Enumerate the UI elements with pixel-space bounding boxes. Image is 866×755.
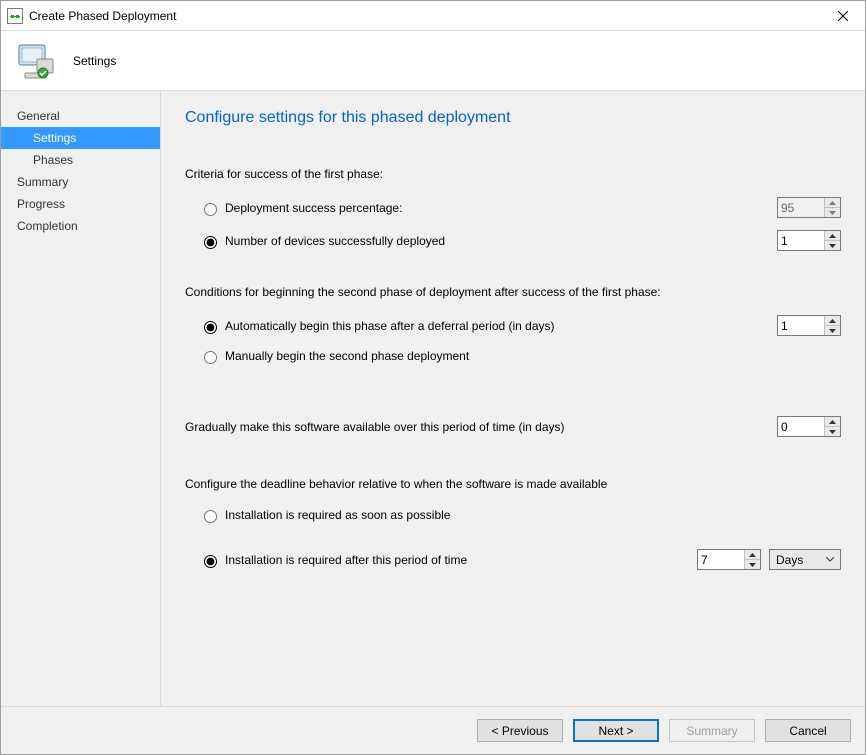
deadline-label: Configure the deadline behavior relative…: [185, 477, 841, 491]
period-unit-combobox[interactable]: Days: [769, 549, 841, 570]
radio-after-period[interactable]: [204, 555, 217, 568]
nav-settings[interactable]: Settings: [1, 127, 160, 149]
spin-down-icon[interactable]: [825, 427, 840, 436]
radio-auto-begin[interactable]: [204, 321, 217, 334]
page-title: Settings: [73, 54, 116, 68]
body: GeneralSettingsPhasesSummaryProgressComp…: [1, 91, 865, 706]
window-title: Create Phased Deployment: [29, 9, 176, 23]
spin-up-icon[interactable]: [745, 550, 760, 560]
label-devices: Number of devices successfully deployed: [225, 234, 777, 248]
close-icon: [838, 11, 848, 21]
banner: Settings: [1, 31, 865, 91]
label-manual-begin: Manually begin the second phase deployme…: [225, 349, 841, 363]
radio-success-percentage[interactable]: [204, 203, 217, 216]
spin-down-icon: [825, 208, 840, 217]
app-icon: [7, 8, 23, 24]
cancel-button[interactable]: Cancel: [765, 719, 851, 742]
titlebar: Create Phased Deployment: [1, 1, 865, 31]
option-success-percentage-row: Deployment success percentage:: [185, 191, 841, 224]
deadline-period-input[interactable]: [698, 550, 744, 569]
label-after-period: Installation is required after this peri…: [225, 553, 697, 567]
devices-input[interactable]: [778, 231, 824, 250]
nav-completion[interactable]: Completion: [1, 215, 160, 237]
nav-progress[interactable]: Progress: [1, 193, 160, 215]
radio-asap[interactable]: [204, 510, 217, 523]
radio-manual-begin[interactable]: [204, 351, 217, 364]
spin-up-icon[interactable]: [825, 231, 840, 241]
criteria-label: Criteria for success of the first phase:: [185, 167, 841, 181]
success-percentage-input: [778, 198, 824, 217]
success-percentage-spinner: [777, 197, 841, 218]
nav-phases[interactable]: Phases: [1, 149, 160, 171]
option-manual-begin-row: Manually begin the second phase deployme…: [185, 342, 841, 370]
radio-devices[interactable]: [204, 236, 217, 249]
chevron-down-icon: [822, 557, 838, 562]
option-auto-begin-row: Automatically begin this phase after a d…: [185, 309, 841, 342]
option-asap-row: Installation is required as soon as poss…: [185, 501, 841, 529]
footer: < Previous Next > Summary Cancel: [1, 706, 865, 754]
label-success-percentage: Deployment success percentage:: [225, 201, 777, 215]
label-auto-begin: Automatically begin this phase after a d…: [225, 319, 777, 333]
content-heading: Configure settings for this phased deplo…: [185, 109, 841, 127]
next-button[interactable]: Next >: [573, 719, 659, 742]
label-asap: Installation is required as soon as poss…: [225, 508, 841, 522]
computer-icon: [15, 39, 59, 83]
nav-summary[interactable]: Summary: [1, 171, 160, 193]
spin-up-icon: [825, 198, 840, 208]
content-pane: Configure settings for this phased deplo…: [161, 91, 865, 706]
gradual-row: Gradually make this software available o…: [185, 410, 841, 443]
close-button[interactable]: [820, 1, 865, 31]
summary-button: Summary: [669, 719, 755, 742]
spin-down-icon[interactable]: [825, 326, 840, 335]
period-unit-value: Days: [776, 553, 822, 567]
gradual-days-input[interactable]: [778, 417, 824, 436]
gradual-days-spinner[interactable]: [777, 416, 841, 437]
spin-up-icon[interactable]: [825, 316, 840, 326]
spin-down-icon[interactable]: [825, 241, 840, 250]
spin-down-icon[interactable]: [745, 560, 760, 569]
deferral-days-input[interactable]: [778, 316, 824, 335]
sidebar: GeneralSettingsPhasesSummaryProgressComp…: [1, 91, 161, 706]
nav-general[interactable]: General: [1, 105, 160, 127]
spin-up-icon[interactable]: [825, 417, 840, 427]
devices-spinner[interactable]: [777, 230, 841, 251]
wizard-window: Create Phased Deployment Settings Genera…: [0, 0, 866, 755]
option-after-period-row: Installation is required after this peri…: [185, 543, 841, 576]
gradual-label: Gradually make this software available o…: [185, 420, 777, 434]
conditions-label: Conditions for beginning the second phas…: [185, 285, 841, 299]
deferral-days-spinner[interactable]: [777, 315, 841, 336]
option-devices-row: Number of devices successfully deployed: [185, 224, 841, 257]
previous-button[interactable]: < Previous: [477, 719, 563, 742]
deadline-period-spinner[interactable]: [697, 549, 761, 570]
